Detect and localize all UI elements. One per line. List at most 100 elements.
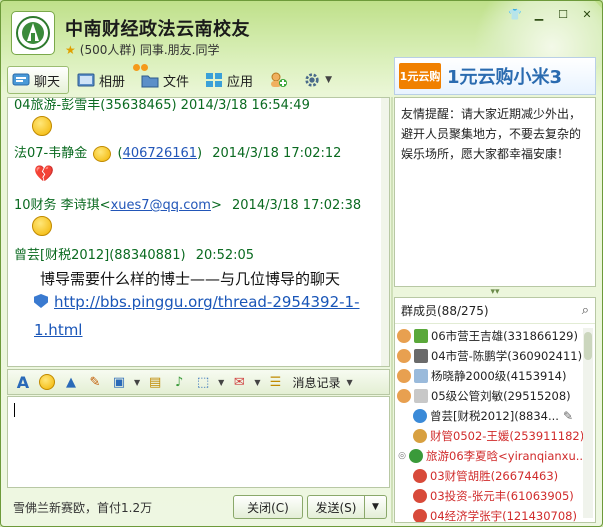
history-icon[interactable]: ☰ xyxy=(266,373,284,391)
send-button-group: 发送(S) ▼ xyxy=(307,495,387,519)
window-header: 中南财经政法云南校友 ★ (500人群) 同事.朋友.同学 👕 ▁ ☐ ✕ xyxy=(1,1,602,65)
maximize-button[interactable]: ☐ xyxy=(552,5,574,23)
minimize-button[interactable]: ▁ xyxy=(528,5,550,23)
chevron-down-icon[interactable]: ▼ xyxy=(346,378,352,387)
folder-icon xyxy=(141,75,159,88)
close-chat-button[interactable]: 关闭(C) xyxy=(233,495,303,519)
member-item[interactable]: 05级公管刘敏(29515208) xyxy=(397,386,571,406)
message-header: 曾芸[财税2012](88340881) 20:52:05 xyxy=(14,244,254,263)
member-list-scroll-thumb[interactable] xyxy=(584,332,592,360)
text-caret xyxy=(14,403,15,417)
tab-chat-label: 聊天 xyxy=(34,74,61,90)
group-logo[interactable] xyxy=(11,11,55,55)
tab-apps[interactable]: 应用 xyxy=(201,66,261,94)
group-notice-text: 友情提醒：请大家近期减少外出，避开人员聚集地方，不要去复杂的娱乐场所，愿大家都幸… xyxy=(401,107,582,161)
settings-button[interactable]: ▼ xyxy=(299,66,340,94)
star-icon: ★ xyxy=(65,42,76,57)
message-sender: 10财务 李诗琪< xyxy=(14,198,111,213)
avatar xyxy=(413,409,427,423)
member-list-header: 群成员(88/275) ⌕ xyxy=(395,298,595,324)
member-name: 旅游06李夏晗<yiranqianxu... xyxy=(426,449,587,463)
magic-hat-icon[interactable]: ▲ xyxy=(62,373,80,391)
shake-icon[interactable]: ✉ xyxy=(230,373,248,391)
member-item[interactable]: 04经济学张宇(121430708) xyxy=(413,506,577,523)
message-sender-link[interactable]: 406726161 xyxy=(123,146,197,161)
message-link-continued[interactable]: 1.html xyxy=(34,316,82,344)
avatar xyxy=(397,389,411,403)
font-icon[interactable]: A xyxy=(14,373,32,392)
member-name: 曾芸[财税2012](8834... xyxy=(430,409,559,423)
angry-emoji-icon xyxy=(93,145,112,162)
chevron-down-icon[interactable]: ▼ xyxy=(254,378,260,387)
member-item[interactable]: ◎ 旅游06李夏晗<yiranqianxu... xyxy=(397,446,587,466)
search-icon[interactable]: ⌕ xyxy=(582,303,589,318)
member-item[interactable]: 04市营-陈鹏学(360902411) xyxy=(397,346,582,366)
window-controls: 👕 ▁ ☐ ✕ xyxy=(504,5,598,23)
tab-album[interactable]: 相册 xyxy=(73,64,141,94)
member-name: 04市营-陈鹏学(360902411) xyxy=(431,349,583,363)
notice-collapse-handle[interactable]: ▾▾ xyxy=(394,287,596,297)
send-button[interactable]: 发送(S) xyxy=(307,495,365,519)
tab-files[interactable]: 文件 xyxy=(137,64,197,94)
message-history-button[interactable]: 消息记录 xyxy=(292,374,340,391)
message-input[interactable] xyxy=(7,396,390,488)
top-ad-banner[interactable]: 1元云购 1元云购小米3 xyxy=(394,57,596,95)
message-link[interactable]: http://bbs.pinggu.org/thread-2954392-1- xyxy=(54,288,360,316)
message-sender: 曾芸[财税2012](88340881) xyxy=(14,248,186,263)
message-sender-link[interactable]: xues7@qq.com xyxy=(111,198,211,213)
member-item[interactable]: 03投资-张元丰(61063905) xyxy=(413,486,574,506)
chevron-down-icon: ▼ xyxy=(325,75,332,85)
document-icon[interactable]: ▤ xyxy=(146,373,164,391)
screenshot-icon[interactable]: ⬚ xyxy=(194,373,212,391)
member-name: 04经济学张宇(121430708) xyxy=(430,509,577,523)
shy-emoji-icon xyxy=(32,216,52,236)
chat-icon xyxy=(12,73,30,86)
close-button[interactable]: ✕ xyxy=(576,5,598,23)
chevron-down-icon[interactable]: ▼ xyxy=(134,378,140,387)
shield-icon xyxy=(34,294,48,308)
chat-input-toolbar: A ▲ ✎ ▣ ▼ ▤ ♪ ⬚ ▼ ✉ ▼ ☰ 消息记录 ▼ xyxy=(7,369,390,395)
tab-files-label: 文件 xyxy=(163,74,190,90)
tab-apps-label: 应用 xyxy=(227,74,254,90)
avatar xyxy=(397,369,411,383)
avatar xyxy=(413,429,427,443)
tab-chat[interactable]: 聊天 xyxy=(7,66,70,94)
add-user-icon xyxy=(271,72,288,87)
member-status-icon xyxy=(414,349,428,363)
chat-messages-area[interactable]: 04旅游-彭雪丰(35638465) 2014/3/18 16:54:49 法0… xyxy=(7,97,390,367)
member-name: 杨晓静2000级(4153914) xyxy=(431,369,567,383)
notification-dot xyxy=(141,64,149,71)
ad-text: 1元云购小米3 xyxy=(447,67,563,88)
bottom-ad-text[interactable]: 雪佛兰新赛欧，首付1.2万 xyxy=(13,499,152,516)
image-icon[interactable]: ▣ xyxy=(110,373,128,391)
chat-scrollbar[interactable] xyxy=(381,98,389,366)
chevron-down-icon[interactable]: ▼ xyxy=(218,378,224,387)
message-time: 20:52:05 xyxy=(195,248,255,263)
apps-icon xyxy=(206,73,223,87)
music-icon[interactable]: ♪ xyxy=(170,373,188,391)
edit-icon[interactable]: ✎ xyxy=(563,409,573,423)
member-name: 03财管胡胜(26674463) xyxy=(430,469,559,483)
panel-splitter[interactable] xyxy=(391,97,393,523)
emoji-icon[interactable] xyxy=(38,373,56,391)
message-time: 2014/3/18 17:02:38 xyxy=(232,198,362,213)
message-header-text: 04旅游-彭雪丰(35638465) 2014/3/18 16:54:49 xyxy=(14,98,310,113)
member-item[interactable]: 03财管胡胜(26674463) xyxy=(413,466,558,486)
group-notice: 友情提醒：请大家近期减少外出，避开人员聚集地方，不要去复杂的娱乐场所，愿大家都幸… xyxy=(394,97,596,287)
message-sender: 法07-韦静金 xyxy=(14,146,88,161)
main-toolbar: 聊天 相册 文件 应用 ▼ xyxy=(7,64,340,95)
member-item[interactable]: 06市营王吉雄(331866129) xyxy=(397,326,578,346)
add-member-button[interactable] xyxy=(265,66,295,94)
send-options-dropdown[interactable]: ▼ xyxy=(365,495,387,519)
edit-icon[interactable]: ✎ xyxy=(86,373,104,391)
album-icon xyxy=(77,73,95,87)
avatar xyxy=(397,349,411,363)
tab-album-label: 相册 xyxy=(99,74,126,90)
member-item[interactable]: 曾芸[财税2012](8834... ✎ xyxy=(413,406,573,426)
member-item[interactable]: 杨晓静2000级(4153914) xyxy=(397,366,566,386)
member-name: 财管0502-王媛(253911182) xyxy=(430,429,585,443)
skin-icon[interactable]: 👕 xyxy=(504,5,526,23)
message-header: 法07-韦静金 (406726161) 2014/3/18 17:02:12 xyxy=(14,145,342,162)
member-item[interactable]: 财管0502-王媛(253911182) xyxy=(413,426,584,446)
university-emblem-icon xyxy=(16,16,50,50)
